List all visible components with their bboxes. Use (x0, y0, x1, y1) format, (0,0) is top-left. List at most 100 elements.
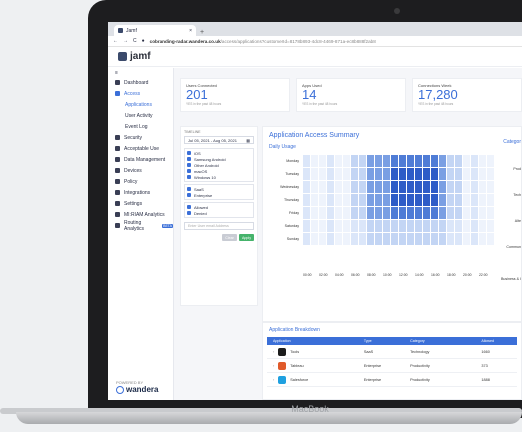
filter-checkbox[interactable]: Windows 10 (187, 174, 251, 180)
sidebar-item-access[interactable]: Access (108, 88, 173, 99)
checkbox-checked-icon (187, 151, 191, 155)
filter-checkbox[interactable]: Enterprise (187, 192, 251, 198)
checkbox-checked-icon (187, 157, 191, 161)
expand-icon[interactable]: › (273, 350, 274, 354)
table-row[interactable]: › Tools SaaS Technology 1660 (267, 345, 517, 359)
app-category: Productivity (410, 377, 430, 382)
heatmap-cell (303, 220, 310, 232)
hour-label: 04:00 (335, 273, 344, 277)
heatmap-cell (311, 155, 318, 167)
sidebar-item-devices[interactable]: Devices (108, 165, 173, 176)
heatmap-cell (479, 194, 486, 206)
category-item: Business & I (501, 277, 521, 281)
sidebar-item-label: Dashboard (124, 79, 149, 86)
sidebar-item-user-activity[interactable]: User Activity (108, 110, 173, 121)
heatmap-cell (335, 233, 342, 245)
sidebar-item-event-log[interactable]: Event Log (108, 121, 173, 132)
sidebar-item-routing-analytics[interactable]: Routing Analytics BETA (108, 219, 173, 232)
menu-toggle-icon[interactable]: ≡ (108, 68, 173, 77)
heatmap-cell (439, 155, 446, 167)
screen: Jamf × + ← → C ● cobranding-radar.wander… (108, 22, 522, 400)
sidebar-item-data-management[interactable]: Data Management (108, 154, 173, 165)
sidebar-item-integrations[interactable]: Integrations (108, 187, 173, 198)
share-icon (115, 190, 120, 195)
browser-tab[interactable]: Jamf × (114, 25, 196, 36)
sidebar-item-dashboard[interactable]: Dashboard (108, 77, 173, 88)
daily-usage-label: Daily Usage (269, 144, 296, 150)
expand-icon[interactable]: › (273, 364, 274, 368)
heatmap-cell (327, 181, 334, 193)
heatmap-cell (367, 207, 374, 219)
day-label: Wednesday (280, 185, 299, 189)
sidebar-item-policy[interactable]: Policy (108, 176, 173, 187)
stats-row: Users Connected 201 YES in the past 48 h… (180, 78, 522, 112)
heatmap-cell (367, 220, 374, 232)
checkbox-checked-icon (187, 187, 191, 191)
apply-button[interactable]: Apply (239, 234, 254, 241)
reload-icon[interactable]: C (133, 38, 137, 44)
heatmap-cell (399, 233, 406, 245)
forward-icon[interactable]: → (123, 38, 128, 44)
heatmap-cell (327, 168, 334, 180)
category-item: Tech (513, 193, 521, 197)
col-allowed[interactable]: Allowed (481, 339, 517, 343)
heatmap-cell (351, 168, 358, 180)
heatmap-cell (359, 233, 366, 245)
app-logo-icon (278, 361, 287, 370)
heatmap-cell (399, 168, 406, 180)
close-tab-icon[interactable]: × (189, 28, 192, 34)
heatmap-cell (471, 194, 478, 206)
heatmap-cell (447, 207, 454, 219)
app-header: jamf (108, 47, 522, 67)
heatmap-cell (415, 181, 422, 193)
col-category[interactable]: Category (410, 339, 481, 343)
sidebar-item-security[interactable]: Security (108, 132, 173, 143)
sidebar-item-acceptable-use[interactable]: Acceptable Use (108, 143, 173, 154)
heatmap-cell (479, 233, 486, 245)
col-type[interactable]: Type (364, 339, 410, 343)
new-tab-button[interactable]: + (200, 29, 204, 36)
filter-checkbox[interactable]: Denied (187, 210, 251, 216)
sidebar-item-mi-riam-analytics[interactable]: MI:RIAM Analytics (108, 209, 173, 220)
clear-button[interactable]: Clear (222, 234, 237, 241)
heatmap-cell (375, 207, 382, 219)
category-item: Alte (514, 219, 521, 223)
filter-label: iOS (194, 150, 201, 156)
heatmap-cell (479, 207, 486, 219)
table-row[interactable]: › Tableau Enterprise Productivity 373 (267, 359, 517, 373)
heatmap-cell (351, 233, 358, 245)
hour-label: 20:00 (463, 273, 472, 277)
back-icon[interactable]: ← (113, 38, 118, 44)
heatmap-cell (335, 220, 342, 232)
sidebar-item-settings[interactable]: Settings (108, 198, 173, 209)
filter-label: Windows 10 (194, 174, 216, 180)
heatmap-cell (423, 220, 430, 232)
day-label: Sunday (286, 237, 299, 241)
heatmap-cell (343, 181, 350, 193)
heatmap-cell (319, 233, 326, 245)
filter-group: SaaS Enterprise (184, 184, 254, 200)
heatmap-cell (303, 207, 310, 219)
heatmap-cell (375, 181, 382, 193)
gear-icon (115, 201, 120, 206)
heatmap-cell (399, 155, 406, 167)
heatmap-cell (479, 155, 486, 167)
sidebar-item-label: Routing Analytics (124, 219, 145, 232)
calendar-icon: ▦ (246, 137, 250, 143)
url-text[interactable]: cobranding-radar.wandera.co.uk/access/ap… (150, 39, 376, 44)
sidebar-item-applications[interactable]: Applications (108, 99, 173, 110)
col-application[interactable]: Application (267, 339, 364, 343)
heatmap-cell (399, 220, 406, 232)
expand-icon[interactable]: › (273, 378, 274, 382)
heatmap-cell (447, 155, 454, 167)
table-row[interactable]: › Salesforce Enterprise Productivity 1888 (267, 373, 517, 387)
heatmap-cell (391, 220, 398, 232)
date-range-picker[interactable]: Jul 05, 2021 - Aug 05, 2021 ▦ (184, 136, 254, 144)
user-email-input[interactable]: Enter User email Address (184, 222, 254, 230)
jamf-logo[interactable]: jamf (118, 51, 151, 62)
heatmap-cell (351, 181, 358, 193)
heatmap-cell (383, 155, 390, 167)
stat-connections-week: Connections Week 17,280 YES in the past … (412, 78, 522, 112)
filter-label: macOS (194, 168, 208, 174)
address-bar[interactable]: ← → C ● cobranding-radar.wandera.co.uk/a… (108, 36, 522, 47)
